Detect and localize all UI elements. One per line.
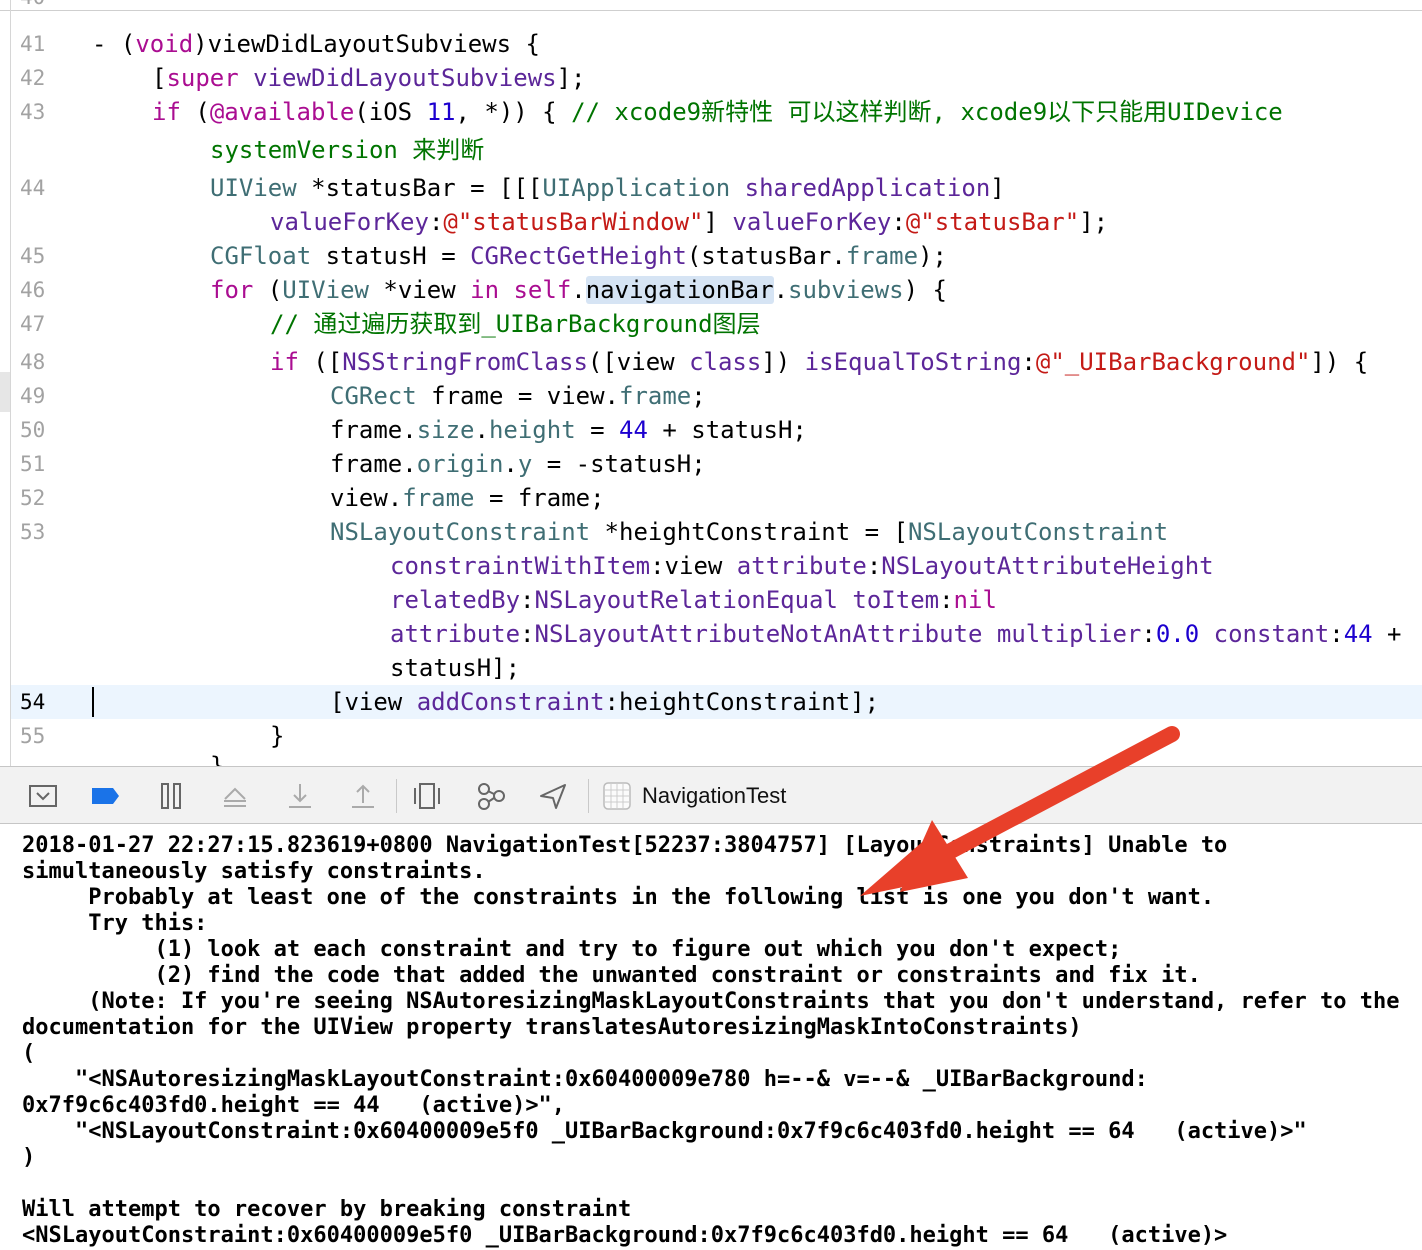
console-line: Try this:: [22, 911, 208, 936]
code-line[interactable]: if ([NSStringFromClass([view class]) isE…: [270, 345, 1368, 379]
step-out-icon[interactable]: [348, 781, 378, 811]
code-line-continuation[interactable]: valueForKey:@"statusBarWindow"] valueFor…: [270, 205, 1108, 239]
code-line-continuation[interactable]: relatedBy:NSLayoutRelationEqual toItem:n…: [390, 583, 997, 617]
code-line[interactable]: for (UIView *view in self.navigationBar.…: [210, 273, 947, 307]
target-name[interactable]: NavigationTest: [642, 781, 786, 811]
step-over-icon[interactable]: [220, 781, 250, 811]
console-line: 2018-01-27 22:27:15.823619+0800 Navigati…: [22, 833, 1228, 858]
code-line[interactable]: CGFloat statusH = CGRectGetHeight(status…: [210, 239, 947, 273]
app-target-icon[interactable]: [602, 781, 632, 811]
toolbar-separator: [588, 779, 589, 813]
code-line[interactable]: frame.size.height = 44 + statusH;: [330, 413, 807, 447]
gutter-scroll-marker: [0, 372, 10, 412]
code-line[interactable]: CGRect frame = view.frame;: [330, 379, 706, 413]
console-line: "<NSAutoresizingMaskLayoutConstraint:0x6…: [22, 1067, 1148, 1092]
debug-console[interactable]: 2018-01-27 22:27:15.823619+0800 Navigati…: [12, 824, 1422, 1250]
line-number: 43: [20, 100, 46, 124]
code-line[interactable]: view.frame = frame;: [330, 481, 605, 515]
simulate-location-icon[interactable]: [538, 781, 568, 811]
line-number: 40: [20, 0, 66, 14]
line-number: 45: [20, 244, 46, 268]
debug-bar: NavigationTest: [0, 766, 1422, 824]
view-hierarchy-icon[interactable]: [412, 781, 442, 811]
line-number: 53: [20, 520, 46, 544]
code-editor[interactable]: 40 41 - (void)viewDidLayoutSubviews { 42…: [0, 0, 1422, 766]
line-number: 42: [20, 66, 46, 90]
console-line: (: [22, 1041, 36, 1066]
line-number: 55: [20, 724, 46, 748]
code-line[interactable]: [view addConstraint:heightConstraint];: [330, 685, 879, 719]
code-line[interactable]: frame.origin.y = -statusH;: [330, 447, 706, 481]
highlighted-token[interactable]: navigationBar: [585, 276, 774, 304]
console-line: "<NSLayoutConstraint:0x60400009e5f0 _UIB…: [22, 1119, 1307, 1144]
line-number: 41: [20, 32, 46, 56]
toolbar-separator: [396, 779, 397, 813]
console-line: Probably at least one of the constraints…: [22, 885, 1215, 910]
console-line: (1) look at each constraint and try to f…: [22, 937, 1122, 962]
code-line-partial: }: [210, 752, 225, 766]
line-number: 47: [20, 312, 46, 336]
code-line[interactable]: UIView *statusBar = [[[UIApplication sha…: [210, 171, 1005, 205]
breakpoints-toggle-icon[interactable]: [90, 781, 120, 811]
pause-icon[interactable]: [156, 781, 186, 811]
code-line-continuation[interactable]: constraintWithItem:view attribute:NSLayo…: [390, 549, 1214, 583]
line-number-current: 54: [20, 690, 46, 714]
console-line: simultaneously satisfy constraints.: [22, 859, 486, 884]
line-number: 50: [20, 418, 46, 442]
editor-top-border: [0, 10, 1422, 11]
code-line-continuation[interactable]: attribute:NSLayoutAttributeNotAnAttribut…: [390, 617, 1402, 651]
console-line: 0x7f9c6c403fd0.height == 44 (active)>",: [22, 1093, 566, 1118]
console-line: ): [22, 1145, 36, 1170]
console-line: (2) find the code that added the unwante…: [22, 963, 1201, 988]
line-number: 52: [20, 486, 46, 510]
code-line[interactable]: - (void)viewDidLayoutSubviews {: [92, 27, 540, 61]
gutter-border: [10, 0, 11, 766]
line-number: 51: [20, 452, 46, 476]
console-line: Will attempt to recover by breaking cons…: [22, 1197, 632, 1222]
hide-debug-area-icon[interactable]: [28, 781, 58, 811]
line-number: 46: [20, 278, 46, 302]
code-line[interactable]: if (@available(iOS 11, *)) { // xcode9新特…: [152, 95, 1283, 129]
line-number: 49: [20, 384, 46, 408]
code-line[interactable]: [super viewDidLayoutSubviews];: [152, 61, 586, 95]
line-number: 48: [20, 350, 46, 374]
code-line[interactable]: // 通过遍历获取到_UIBarBackground图层: [270, 307, 761, 341]
code-line[interactable]: NSLayoutConstraint *heightConstraint = […: [330, 515, 1168, 549]
code-line[interactable]: }: [270, 719, 284, 753]
console-line: documentation for the UIView property tr…: [22, 1015, 1082, 1040]
console-line: <NSLayoutConstraint:0x60400009e5f0 _UIBa…: [22, 1223, 1228, 1248]
memory-graph-icon[interactable]: [476, 781, 506, 811]
code-line-continuation[interactable]: systemVersion 来判断: [210, 133, 484, 167]
text-cursor: [92, 687, 94, 717]
step-into-icon[interactable]: [285, 781, 315, 811]
console-line: (Note: If you're seeing NSAutoresizingMa…: [22, 989, 1400, 1014]
code-line-continuation[interactable]: statusH];: [390, 651, 520, 685]
line-number: 44: [20, 176, 46, 200]
